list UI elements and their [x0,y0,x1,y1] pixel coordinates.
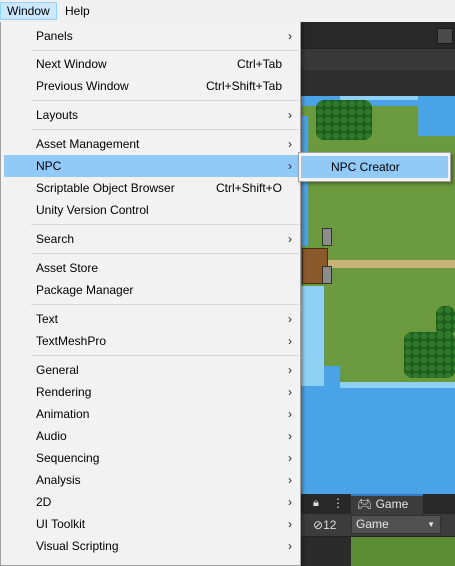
dropdown-arrow-icon: ▼ [427,520,435,529]
chevron-right-icon: › [288,232,292,246]
menu-item-panels[interactable]: Panels › [4,25,298,47]
menu-separator [31,100,299,101]
tree-cluster [436,306,455,336]
gamepad-icon: 🎮︎ [357,497,373,511]
menu-item-scriptable-object-browser[interactable]: Scriptable Object Browser Ctrl+Shift+O [4,177,298,199]
game-view[interactable] [351,537,455,566]
menu-item-sequencing[interactable]: Sequencing › [4,447,298,469]
tab-game[interactable]: 🎮︎ Game [351,494,423,514]
kebab-menu-icon[interactable]: ⋮ [332,496,344,510]
dirt-path [324,260,455,268]
menu-item-text[interactable]: Text › [4,308,298,330]
chevron-right-icon: › [288,159,292,173]
window-menu: Panels › Next Window Ctrl+Tab Previous Win… [0,22,301,566]
menu-separator [31,50,299,51]
menu-item-npc-creator[interactable]: NPC Creator [301,156,448,178]
menu-item-general[interactable]: General › [4,359,298,381]
chevron-right-icon: › [288,539,292,553]
menu-item-textmeshpro[interactable]: TextMeshPro › [4,330,298,352]
menu-item-visual-scripting[interactable]: Visual Scripting › [4,535,298,557]
water-foam [340,382,455,388]
tree-cluster [316,100,372,140]
menu-item-previous-window[interactable]: Previous Window Ctrl+Shift+Tab [4,75,298,97]
chevron-right-icon: › [288,451,292,465]
menu-separator [31,224,299,225]
tab-game-label: Game [375,497,409,511]
menu-item-ui-toolkit[interactable]: UI Toolkit › [4,513,298,535]
chevron-right-icon: › [288,429,292,443]
chevron-right-icon: › [288,407,292,421]
menu-item-next-window[interactable]: Next Window Ctrl+Tab [4,53,298,75]
lamp-post [322,228,332,246]
game-display-dropdown[interactable]: Game ▼ [351,515,441,534]
menu-item-animation[interactable]: Animation › [4,403,298,425]
chevron-right-icon: › [288,334,292,348]
water-foam [300,286,324,386]
chevron-right-icon: › [288,495,292,509]
npc-submenu: NPC Creator [298,152,451,182]
chevron-right-icon: › [288,473,292,487]
chevron-right-icon: › [288,29,292,43]
menu-item-search[interactable]: Search › [4,228,298,250]
menu-item-analysis[interactable]: Analysis › [4,469,298,491]
chevron-right-icon: › [288,312,292,326]
menubar-window[interactable]: Window [0,2,57,20]
chevron-right-icon: › [288,363,292,377]
lock-icon[interactable]: 🔒︎ [313,497,319,510]
editor-toolbar-button[interactable] [437,28,453,44]
water [418,96,455,136]
editor-toolbar [300,22,455,48]
menu-item-layouts[interactable]: Layouts › [4,104,298,126]
chevron-right-icon: › [288,108,292,122]
chevron-right-icon: › [288,137,292,151]
menu-item-asset-store[interactable]: Asset Store [4,257,298,279]
hidden-count[interactable]: ⊘12 [313,518,336,532]
menu-item-asset-management[interactable]: Asset Management › [4,133,298,155]
panel-background [300,537,351,566]
menubar-help[interactable]: Help [59,2,96,20]
menu-item-package-manager[interactable]: Package Manager [4,279,298,301]
lamp-post [322,266,332,284]
game-dropdown-value: Game [356,517,389,531]
menu-item-audio[interactable]: Audio › [4,425,298,447]
chevron-right-icon: › [288,517,292,531]
menu-item-npc[interactable]: NPC › [4,155,298,177]
eye-slash-icon: ⊘ [313,518,324,532]
scene-header [300,70,455,96]
menu-separator [31,355,299,356]
editor-subtoolbar [300,48,455,71]
menubar: Window Help [0,0,455,23]
menu-separator [31,129,299,130]
menu-separator [31,304,299,305]
chevron-right-icon: › [288,385,292,399]
water [300,386,455,494]
menu-item-unity-version-control[interactable]: Unity Version Control [4,199,298,221]
tree-cluster [404,332,455,378]
menu-separator [31,253,299,254]
menu-item-2d[interactable]: 2D › [4,491,298,513]
menu-item-rendering[interactable]: Rendering › [4,381,298,403]
